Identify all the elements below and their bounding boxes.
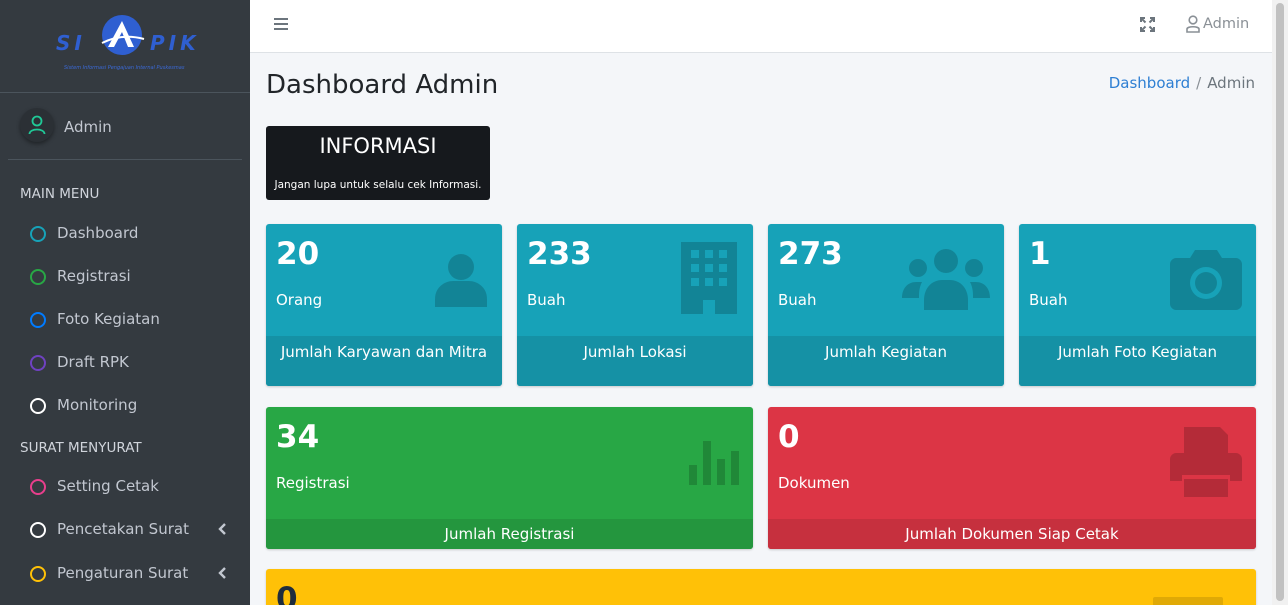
stat-value: 0: [276, 581, 298, 605]
sidebar-item-dashboard[interactable]: Dashboard: [8, 214, 242, 254]
info-box: INFORMASI Jangan lupa untuk selalu cek I…: [266, 126, 490, 200]
info-text: Jangan lupa untuk selalu cek Informasi.: [274, 179, 482, 191]
stat-link-lokasi[interactable]: Jumlah Lokasi: [517, 336, 753, 386]
stat-card-kegiatan: 273 Buah Jumlah Kegiatan: [768, 224, 1004, 386]
circle-icon: [30, 312, 46, 328]
circle-icon: [30, 566, 46, 582]
scrollbar[interactable]: [1272, 0, 1288, 605]
stat-link-karyawan[interactable]: Jumlah Karyawan dan Mitra: [266, 336, 502, 386]
brand-logo[interactable]: SI PIK Sistem Informasi Pengajuan Intern…: [56, 13, 206, 75]
breadcrumb-link-dashboard[interactable]: Dashboard: [1109, 74, 1190, 92]
hamburger-icon[interactable]: [274, 17, 288, 31]
topbar: Admin: [250, 0, 1272, 53]
brand-name-left: SI: [56, 31, 86, 55]
stat-link-registrasi[interactable]: Jumlah Registrasi: [266, 519, 753, 549]
sidebar-item-foto-kegiatan[interactable]: Foto Kegiatan: [8, 300, 242, 340]
printer-icon: [1170, 427, 1242, 497]
stat-value: 34: [276, 419, 320, 455]
expand-icon[interactable]: [1140, 17, 1155, 32]
stat-link-dokumen[interactable]: Jumlah Dokumen Siap Cetak: [768, 519, 1256, 549]
stat-link-foto[interactable]: Jumlah Foto Kegiatan: [1019, 336, 1256, 386]
sidebar-item-label: Foto Kegiatan: [57, 310, 160, 328]
user-panel[interactable]: Admin: [8, 93, 242, 160]
user-icon: [1186, 15, 1200, 33]
stat-card-karyawan: 20 Orang Jumlah Karyawan dan Mitra: [266, 224, 502, 386]
stat-value: 233: [527, 236, 592, 272]
stat-unit: Registrasi: [276, 474, 350, 492]
brand[interactable]: SI PIK Sistem Informasi Pengajuan Intern…: [0, 0, 250, 93]
users-icon: [902, 249, 990, 310]
scrollbar-thumb[interactable]: [1276, 3, 1284, 601]
stat-card-foto: 1 Buah Jumlah Foto Kegiatan: [1019, 224, 1256, 386]
user-name[interactable]: Admin: [64, 118, 112, 136]
stat-value: 273: [778, 236, 843, 272]
circle-icon: [30, 479, 46, 495]
nav-header-main: MAIN MENU: [20, 186, 100, 202]
brand-name-right: PIK: [150, 31, 200, 55]
chart-bar-icon: [689, 441, 739, 485]
stat-card-lokasi: 233 Buah Jumlah Lokasi: [517, 224, 753, 386]
sidebar-item-pencetakan-surat[interactable]: Pencetakan Surat: [8, 510, 242, 550]
breadcrumb: Dashboard / Admin: [1109, 74, 1255, 92]
sidebar-item-label: Setting Cetak: [57, 477, 159, 495]
circle-icon: [30, 398, 46, 414]
stat-icon-placeholder: [1153, 597, 1223, 605]
user-icon: [435, 254, 487, 307]
sidebar-item-setting-cetak[interactable]: Setting Cetak: [8, 467, 242, 507]
sidebar: SI PIK Sistem Informasi Pengajuan Intern…: [0, 0, 250, 605]
sidebar-item-label: Draft RPK: [57, 353, 129, 371]
camera-icon: [1170, 250, 1242, 310]
stat-value: 1: [1029, 236, 1051, 272]
stat-unit: Orang: [276, 291, 323, 309]
sidebar-item-monitoring[interactable]: Monitoring: [8, 386, 242, 426]
sidebar-item-label: Pencetakan Surat: [57, 520, 189, 538]
building-icon: [681, 242, 737, 314]
chevron-left-icon: [218, 567, 226, 579]
stat-unit: Dokumen: [778, 474, 850, 492]
sidebar-item-label: Monitoring: [57, 396, 138, 414]
stat-card-yellow: 0: [266, 569, 1256, 605]
stat-link-kegiatan[interactable]: Jumlah Kegiatan: [768, 336, 1004, 386]
top-user-label: Admin: [1203, 16, 1250, 32]
stat-unit: Buah: [527, 291, 566, 309]
stat-value: 20: [276, 236, 320, 272]
sidebar-item-label: Dashboard: [57, 224, 139, 242]
circle-icon: [30, 269, 46, 285]
circle-icon: [30, 226, 46, 242]
stat-value: 0: [778, 419, 800, 455]
info-title: INFORMASI: [319, 134, 437, 158]
breadcrumb-separator: /: [1196, 74, 1202, 92]
circle-icon: [30, 355, 46, 371]
logo-triangle-icon: [101, 15, 145, 55]
stat-card-dokumen: 0 Dokumen Jumlah Dokumen Siap Cetak: [768, 407, 1256, 549]
sidebar-item-label: Registrasi: [57, 267, 131, 285]
breadcrumb-current: Admin: [1207, 74, 1255, 92]
page-title: Dashboard Admin: [266, 70, 499, 100]
sidebar-item-draft-rpk[interactable]: Draft RPK: [8, 343, 242, 383]
sidebar-item-registrasi[interactable]: Registrasi: [8, 257, 242, 297]
user-outline-icon: [28, 115, 46, 135]
circle-icon: [30, 522, 46, 538]
stat-unit: Buah: [778, 291, 817, 309]
avatar[interactable]: [20, 108, 54, 142]
nav-header-surat: SURAT MENYURAT: [20, 440, 142, 456]
sidebar-item-pengaturan-surat[interactable]: Pengaturan Surat: [8, 554, 242, 594]
sidebar-item-label: Pengaturan Surat: [57, 564, 189, 582]
stat-unit: Buah: [1029, 291, 1068, 309]
stat-card-registrasi: 34 Registrasi Jumlah Registrasi: [266, 407, 753, 549]
chevron-left-icon: [218, 523, 226, 535]
brand-tagline: Sistem Informasi Pengajuan Internal Pusk…: [64, 65, 185, 71]
